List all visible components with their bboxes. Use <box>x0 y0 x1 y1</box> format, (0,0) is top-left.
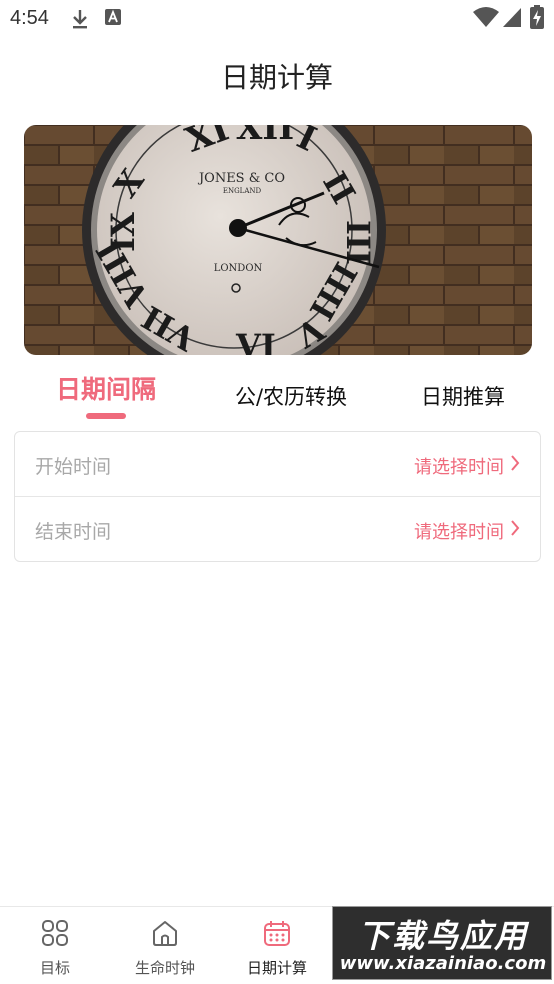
status-time: 4:54 <box>10 7 49 29</box>
chevron-right-icon <box>510 519 520 541</box>
nav-label-goals: 目标 <box>39 959 70 977</box>
svg-text:XII: XII <box>236 125 294 148</box>
clock-brand-text: JONES & CO <box>197 171 285 186</box>
calendar-icon <box>263 919 291 951</box>
nav-item-goals[interactable]: 目标 <box>0 907 110 984</box>
watermark-url: www.xiazainiao.com <box>339 953 547 974</box>
end-time-row[interactable]: 结束时间 请选择时间 <box>15 497 540 562</box>
tab-date-interval[interactable]: 日期间隔 <box>46 370 166 406</box>
tab-lunar-conversion[interactable]: 公/农历转换 <box>222 381 360 411</box>
start-time-label: 开始时间 <box>35 456 112 478</box>
start-time-row[interactable]: 开始时间 请选择时间 <box>15 432 540 497</box>
banner-image: XI XII I X IX VIII VII VI V IIII III II … <box>24 125 532 355</box>
end-time-label: 结束时间 <box>35 521 112 543</box>
end-time-value[interactable]: 请选择时间 <box>414 518 504 544</box>
start-time-value[interactable]: 请选择时间 <box>414 453 504 479</box>
accessibility-a-icon <box>104 8 122 30</box>
clock-city-text: LONDON <box>214 263 263 274</box>
svg-text:VI: VI <box>235 327 276 355</box>
home-icon <box>151 919 179 951</box>
battery-charging-icon <box>530 5 544 33</box>
nav-label-date-calc: 日期计算 <box>246 959 307 977</box>
clock-origin-text: ENGLAND <box>223 187 262 195</box>
signal-icon <box>502 6 522 32</box>
download-icon <box>70 8 90 34</box>
page-title: 日期计算 <box>220 61 333 94</box>
wifi-icon <box>473 6 499 32</box>
tab-date-projection[interactable]: 日期推算 <box>410 381 516 411</box>
chevron-right-icon <box>510 454 520 476</box>
nav-label-life-clock: 生命时钟 <box>134 959 195 977</box>
nav-item-date-calc[interactable]: 日期计算 <box>222 907 332 984</box>
watermark-logo: 下载鸟应用 www.xiazainiao.com <box>332 906 552 980</box>
grid-icon <box>41 919 69 951</box>
watermark-title: 下载鸟应用 <box>357 917 528 955</box>
nav-item-life-clock[interactable]: 生命时钟 <box>110 907 220 984</box>
tab-active-indicator <box>86 413 126 419</box>
status-bar: 4:54 <box>0 0 554 38</box>
date-form-card: 开始时间 请选择时间 结束时间 请选择时间 <box>14 431 541 562</box>
